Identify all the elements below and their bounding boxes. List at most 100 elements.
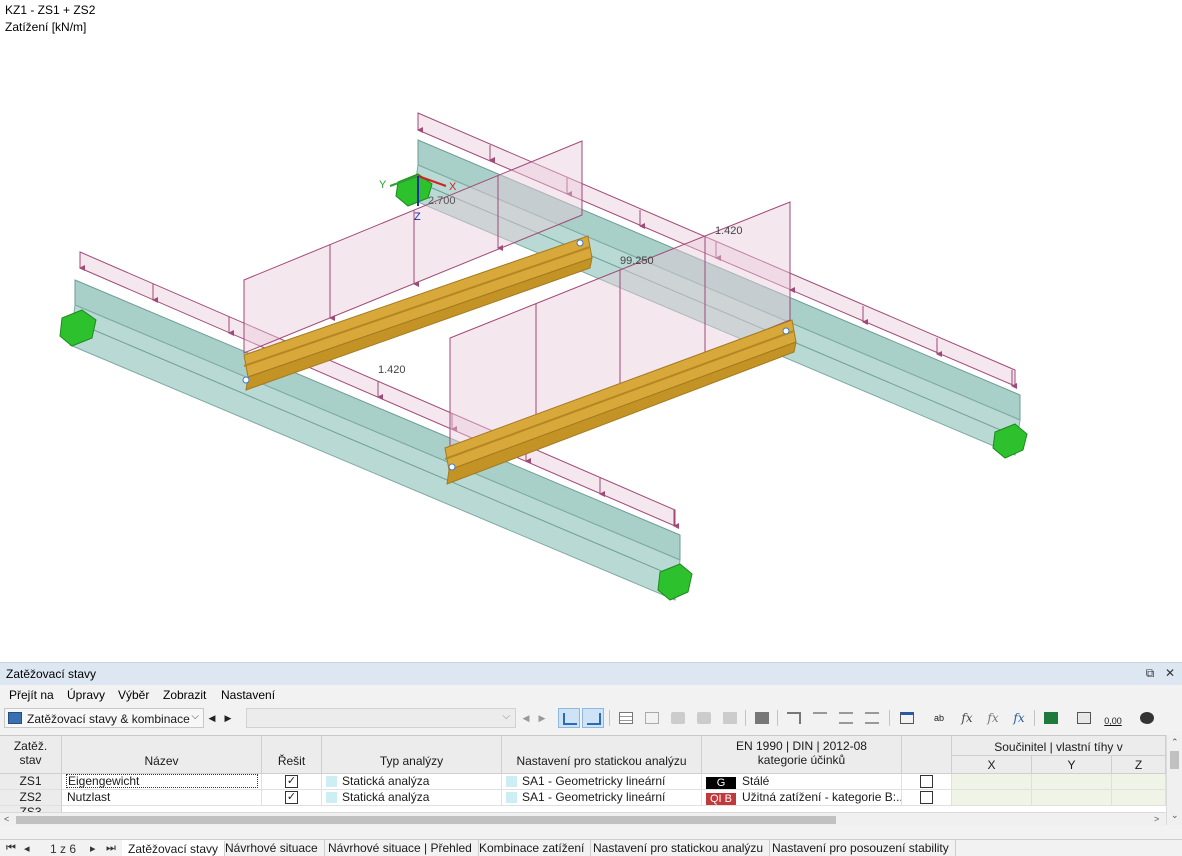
next-icon[interactable]: ▶ bbox=[222, 710, 234, 726]
panel-title: Zatěžovací stavy bbox=[6, 667, 97, 681]
extra-cell bbox=[902, 774, 952, 790]
settings-color-icon bbox=[506, 776, 517, 787]
next-icon[interactable]: ▶ bbox=[536, 710, 548, 726]
column-header-coef-z: Z bbox=[1112, 756, 1166, 774]
solve-cell: ✓ bbox=[262, 790, 322, 806]
column-header-category: EN 1990 | DIN | 2012-08 kategorie účinků bbox=[702, 736, 902, 774]
panel-menu-bar: Přejít na Úpravy Výběr Zobrazit Nastaven… bbox=[0, 685, 1182, 705]
tab-stability-settings[interactable]: Nastavení pro posouzení stability bbox=[766, 840, 956, 856]
tab-design-situations[interactable]: Návrhové situace bbox=[219, 840, 325, 856]
text-icon[interactable]: ab bbox=[928, 708, 950, 728]
extra-checkbox[interactable] bbox=[920, 775, 933, 788]
static-settings-cell[interactable]: SA1 - Geometricky lineární bbox=[502, 790, 702, 806]
coef-x-cell[interactable] bbox=[952, 790, 1032, 806]
vertical-scrollbar[interactable]: ⌃ ⌄ bbox=[1166, 735, 1182, 825]
decimals-icon[interactable]: 0,00 bbox=[1102, 708, 1124, 728]
scroll-up-icon[interactable]: ⌃ bbox=[1171, 737, 1179, 748]
print-icon[interactable] bbox=[1073, 708, 1095, 728]
prev-page-icon[interactable]: ◂ bbox=[24, 842, 30, 855]
delete-row-icon[interactable] bbox=[693, 708, 715, 728]
settings-color-icon bbox=[506, 792, 517, 803]
horizontal-scrollbar[interactable]: < > bbox=[0, 812, 1166, 826]
load-value-label: 99.250 bbox=[620, 255, 654, 267]
table-insert-icon[interactable] bbox=[641, 708, 663, 728]
clear-icon[interactable] bbox=[719, 708, 741, 728]
coef-x-cell[interactable] bbox=[952, 774, 1032, 790]
static-settings-cell[interactable]: SA1 - Geometricky lineární bbox=[502, 774, 702, 790]
row-id: ZS2 bbox=[0, 790, 62, 806]
tab-load-cases[interactable]: Zatěžovací stavy bbox=[122, 840, 226, 856]
category-cell[interactable]: QI B Užitná zatížení - kategorie B:... bbox=[702, 790, 902, 806]
coef-z-cell[interactable] bbox=[1112, 790, 1166, 806]
tab-design-situations-overview[interactable]: Návrhové situace | Přehled bbox=[322, 840, 479, 856]
tab-load-combinations[interactable]: Kombinace zatížení bbox=[473, 840, 592, 856]
fx-edit-icon[interactable]: fx bbox=[1008, 708, 1030, 728]
analysis-color-icon bbox=[326, 792, 337, 803]
filter-select[interactable]: ⌵ bbox=[246, 708, 516, 728]
menu-goto[interactable]: Přejít na bbox=[9, 688, 54, 702]
scroll-thumb[interactable] bbox=[16, 816, 836, 824]
scroll-down-icon[interactable]: ⌄ bbox=[1171, 810, 1179, 821]
next-page-icon[interactable]: ▸ bbox=[90, 842, 96, 855]
menu-view[interactable]: Zobrazit bbox=[163, 688, 206, 702]
export-icon[interactable] bbox=[861, 708, 883, 728]
category-select[interactable]: Zatěžovací stavy & kombinace ⌵ bbox=[4, 708, 204, 728]
solve-checkbox[interactable]: ✓ bbox=[285, 791, 298, 804]
column-header-solve: Řešit bbox=[262, 736, 322, 774]
close-icon[interactable]: ✕ bbox=[1162, 665, 1178, 681]
page-indicator: 1 z 6 bbox=[50, 842, 77, 856]
analysis-type-cell[interactable]: Statická analýza bbox=[322, 790, 502, 806]
coef-z-cell[interactable] bbox=[1112, 774, 1166, 790]
solve-checkbox[interactable]: ✓ bbox=[285, 775, 298, 788]
menu-select[interactable]: Výběr bbox=[118, 688, 149, 702]
scroll-left-icon[interactable]: < bbox=[4, 814, 9, 824]
previous-icon[interactable]: ◀ bbox=[520, 710, 532, 726]
load-value-label: 1.420 bbox=[715, 225, 743, 237]
help-icon[interactable] bbox=[1136, 708, 1158, 728]
remove-icon[interactable] bbox=[809, 708, 831, 728]
column-header-blank bbox=[902, 736, 952, 774]
name-cell[interactable]: Eigengewicht bbox=[62, 774, 262, 790]
axis-y-label: Y bbox=[379, 179, 387, 191]
import-icon[interactable] bbox=[835, 708, 857, 728]
coef-y-cell[interactable] bbox=[1032, 774, 1112, 790]
add-row-icon[interactable] bbox=[667, 708, 689, 728]
column-header-coef-y: Y bbox=[1032, 756, 1112, 774]
select-icon[interactable] bbox=[558, 708, 580, 728]
menu-edit[interactable]: Úpravy bbox=[67, 688, 105, 702]
view-icon[interactable] bbox=[896, 708, 918, 728]
last-page-icon[interactable]: ⏭ bbox=[106, 842, 116, 855]
row-id: ZS1 bbox=[0, 774, 62, 790]
load-value-label: 1.420 bbox=[378, 364, 406, 376]
column-header-id: Zatěž. stav bbox=[0, 736, 62, 774]
axis-x-label: X bbox=[449, 181, 457, 193]
model-viewport[interactable]: KZ1 - ZS1 + ZS2 Zatížení [kN/m] X Y Z 2.… bbox=[0, 0, 1182, 662]
column-header-coef-group: Součinitel | vlastní tíhy v bbox=[952, 736, 1166, 756]
coef-y-cell[interactable] bbox=[1032, 790, 1112, 806]
column-header-name: Název bbox=[62, 736, 262, 774]
fx-icon[interactable]: fx bbox=[956, 708, 978, 728]
fx-delete-icon[interactable]: fx bbox=[982, 708, 1004, 728]
scroll-right-icon[interactable]: > bbox=[1154, 814, 1159, 824]
load-value-label: 2.700 bbox=[428, 195, 456, 207]
scroll-thumb[interactable] bbox=[1170, 751, 1179, 769]
tab-static-analysis-settings[interactable]: Nastavení pro statickou analýzu bbox=[587, 840, 771, 856]
previous-icon[interactable]: ◀ bbox=[206, 710, 218, 726]
menu-settings[interactable]: Nastavení bbox=[221, 688, 275, 702]
category-badge: QI B bbox=[706, 793, 736, 805]
first-page-icon[interactable]: ⏮ bbox=[6, 842, 16, 855]
extra-checkbox[interactable] bbox=[920, 791, 933, 804]
delete-icon[interactable] bbox=[751, 708, 773, 728]
column-header-analysis-type: Typ analýzy bbox=[322, 736, 502, 774]
analysis-type-cell[interactable]: Statická analýza bbox=[322, 774, 502, 790]
excel-icon[interactable] bbox=[1040, 708, 1062, 728]
load-cases-table: Zatěž. stav Název Řešit Typ analýzy Nast… bbox=[0, 735, 1166, 819]
assign-icon[interactable] bbox=[783, 708, 805, 728]
category-cell[interactable]: G Stálé bbox=[702, 774, 902, 790]
table-icon[interactable] bbox=[615, 708, 637, 728]
solve-cell: ✓ bbox=[262, 774, 322, 790]
name-value: Eigengewicht bbox=[66, 774, 258, 788]
restore-window-icon[interactable]: ⧉ bbox=[1142, 665, 1158, 681]
name-cell[interactable]: Nutzlast bbox=[62, 790, 262, 806]
select-alt-icon[interactable] bbox=[582, 708, 604, 728]
